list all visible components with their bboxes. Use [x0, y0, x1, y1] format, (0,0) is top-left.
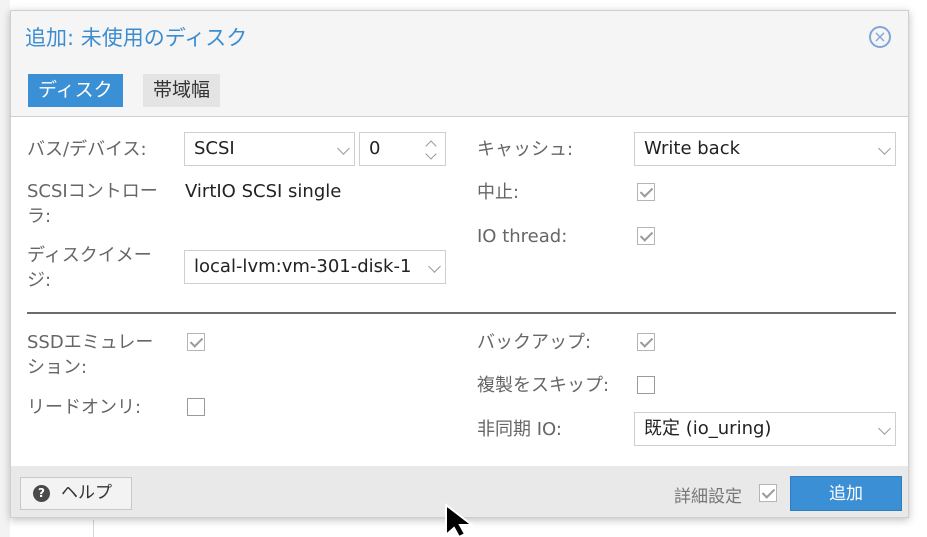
chevron-down-icon	[337, 142, 350, 155]
async-io-select[interactable]: 既定 (io_uring)	[634, 412, 896, 446]
close-icon[interactable]: ×	[869, 26, 891, 48]
bus-select[interactable]: SCSI	[184, 132, 355, 166]
backup-checkbox[interactable]	[637, 333, 655, 351]
ssd-emulation-checkbox[interactable]	[187, 333, 205, 351]
bus-device-label: バス/デバイス:	[27, 139, 147, 160]
readonly-checkbox[interactable]	[187, 398, 205, 416]
readonly-label: リードオンリ:	[27, 397, 142, 418]
disk-image-value: local-lvm:vm-301-disk-1	[194, 256, 412, 277]
advanced-checkbox[interactable]	[759, 484, 777, 502]
background-divider	[93, 520, 94, 537]
section-divider	[27, 312, 896, 314]
chevron-down-icon	[878, 142, 891, 155]
skip-replication-checkbox[interactable]	[637, 376, 655, 394]
skip-replication-label: 複製をスキップ:	[477, 375, 610, 396]
help-button[interactable]: ? ヘルプ	[20, 477, 132, 510]
iothread-checkbox[interactable]	[637, 227, 655, 245]
tab-bandwidth[interactable]: 帯域幅	[143, 74, 221, 107]
add-button[interactable]: 追加	[790, 476, 902, 511]
discard-checkbox[interactable]	[637, 183, 655, 201]
ssd-emulation-label: SSDエミュレー ション:	[27, 332, 154, 378]
tab-bar: ディスク 帯域幅	[11, 65, 908, 117]
async-io-value: 既定 (io_uring)	[644, 418, 772, 439]
help-button-label: ヘルプ	[61, 483, 112, 503]
chevron-down-icon	[428, 260, 441, 273]
tab-disk[interactable]: ディスク	[28, 74, 123, 107]
advanced-label: 詳細設定	[674, 487, 742, 507]
device-index-spinner[interactable]: 0	[359, 132, 446, 166]
scsi-controller-value: VirtIO SCSI single	[185, 181, 342, 202]
cache-select[interactable]: Write back	[634, 132, 896, 166]
bus-select-value: SCSI	[194, 138, 235, 159]
cache-label: キャッシュ:	[477, 139, 574, 160]
cache-value: Write back	[644, 138, 741, 159]
question-circle-icon: ?	[33, 485, 50, 502]
disk-image-label: ディスクイメー ジ:	[27, 245, 152, 291]
add-disk-dialog: 追加: 未使用のディスク × ディスク 帯域幅 バス/デバイス: SCSI 0 …	[10, 10, 909, 518]
mouse-cursor-icon	[445, 503, 475, 537]
chevron-down-icon	[878, 422, 891, 435]
backup-label: バックアップ:	[477, 332, 592, 353]
discard-label: 中止:	[477, 182, 520, 203]
form-body: バス/デバイス: SCSI 0 SCSIコントロー ラ: VirtIO SCSI…	[11, 117, 908, 466]
disk-image-select[interactable]: local-lvm:vm-301-disk-1	[184, 250, 446, 284]
background-panel	[0, 0, 10, 537]
device-index-value: 0	[369, 138, 381, 159]
scsi-controller-label: SCSIコントロー ラ:	[27, 181, 158, 227]
iothread-label: IO thread:	[477, 226, 568, 247]
async-io-label: 非同期 IO:	[477, 419, 562, 440]
dialog-title: 追加: 未使用のディスク	[25, 26, 248, 50]
spin-down-icon[interactable]	[425, 148, 437, 160]
